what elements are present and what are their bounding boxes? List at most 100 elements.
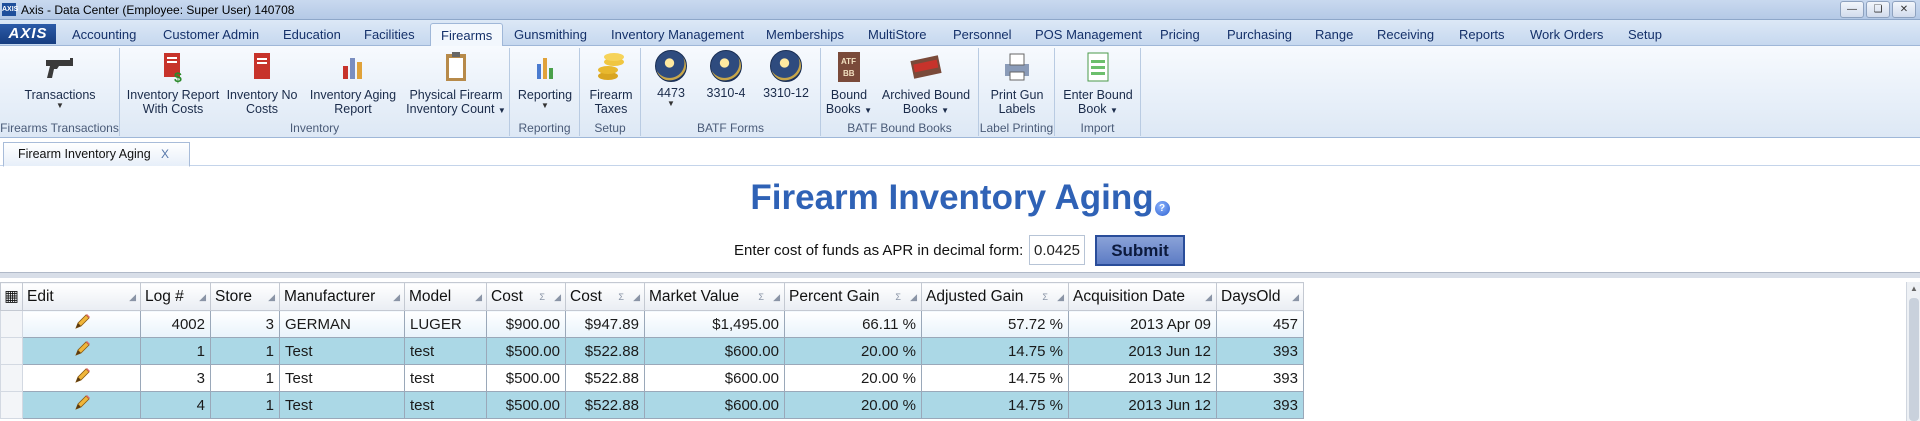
column-header-log[interactable]: Log # ◢ <box>140 282 211 311</box>
cost-cell: $500.00 <box>486 391 566 419</box>
bound-books-button[interactable]: ATF BB Bound Books ▼ <box>825 48 873 118</box>
reporting-button[interactable]: Reporting ▼ <box>513 48 577 110</box>
firearm-taxes-button[interactable]: Firearm Taxes <box>583 48 639 116</box>
column-header-cost[interactable]: Cost Σ ◢ <box>486 282 566 311</box>
report-icon <box>254 53 270 79</box>
tab-receiving[interactable]: Receiving <box>1377 25 1434 46</box>
tab-pos-management[interactable]: POS Management <box>1035 25 1142 46</box>
tab-personnel[interactable]: Personnel <box>953 25 1012 46</box>
inventory-aging-grid: ▦ Edit ◢ Log # ◢ Store ◢ Manufacturer ◢ Mode… <box>0 278 1920 421</box>
form-4473-button[interactable]: 4473 ▼ <box>647 48 695 108</box>
log-cell: 3 <box>140 364 211 392</box>
row-indicator[interactable] <box>0 310 23 338</box>
adjusted-gain-cell: 14.75 % <box>921 337 1069 365</box>
tab-setup[interactable]: Setup <box>1628 25 1662 46</box>
column-header-edit[interactable]: Edit ◢ <box>22 282 141 311</box>
edit-cell[interactable] <box>22 337 141 365</box>
dropdown-arrow-icon: ▼ <box>56 101 64 110</box>
tab-range[interactable]: Range <box>1315 25 1353 46</box>
form-3310-4-button[interactable]: 3310-4 <box>701 48 751 100</box>
document-tab-label: Firearm Inventory Aging <box>18 147 151 161</box>
scroll-up-icon[interactable]: ▲ <box>1910 284 1918 293</box>
scroll-thumb[interactable] <box>1909 298 1919 421</box>
transactions-button[interactable]: Transactions ▼ <box>8 48 112 110</box>
label-line-2: Book <box>1078 102 1107 116</box>
column-header-percent-gain[interactable]: Percent Gain Σ ◢ <box>784 282 922 311</box>
close-tab-icon[interactable]: X <box>161 143 169 166</box>
atf-book-icon: ATF BB <box>838 52 860 82</box>
label-line-2: Taxes <box>594 102 628 116</box>
minimize-icon[interactable]: — <box>1840 1 1864 18</box>
transactions-label: Transactions <box>24 88 96 102</box>
edit-pencil-icon[interactable] <box>72 393 92 413</box>
tab-multistore[interactable]: MultiStore <box>868 25 927 46</box>
tab-reports[interactable]: Reports <box>1459 25 1505 46</box>
inventory-no-costs-button[interactable]: Inventory No Costs <box>222 48 302 116</box>
tab-accounting[interactable]: Accounting <box>72 25 136 46</box>
edit-pencil-icon[interactable] <box>72 339 92 359</box>
table-row[interactable]: 3 1 Test test $500.00 $522.88 $600.00 20.00 % 14… <box>0 364 1304 392</box>
label-line-1: Firearm <box>589 88 633 102</box>
group-reporting: Reporting ▼ Reporting <box>510 48 580 136</box>
submit-button[interactable]: Submit <box>1095 235 1185 266</box>
apr-input[interactable] <box>1029 235 1085 265</box>
edit-pencil-icon[interactable] <box>72 312 92 332</box>
table-row[interactable]: 1 1 Test test $500.00 $522.88 $600.00 20.00 % 14… <box>0 337 1304 365</box>
batf-seal-icon <box>770 50 802 82</box>
pistol-icon <box>46 58 73 78</box>
page-title-text: Firearm Inventory Aging <box>750 178 1154 217</box>
filter-icon: ◢ <box>1057 292 1064 302</box>
column-header-acquisition-date[interactable]: Acquisition Date ◢ <box>1068 282 1217 311</box>
tab-gunsmithing[interactable]: Gunsmithing <box>514 25 587 46</box>
tab-pricing[interactable]: Pricing <box>1160 25 1200 46</box>
column-header-days-old[interactable]: DaysOld ◢ <box>1216 282 1304 311</box>
edit-cell[interactable] <box>22 391 141 419</box>
column-header-store[interactable]: Store ◢ <box>210 282 280 311</box>
table-row[interactable]: 4 1 Test test $500.00 $522.88 $600.00 20.00 % 14… <box>0 391 1304 419</box>
tab-facilities[interactable]: Facilities <box>364 25 415 46</box>
tab-inventory-management[interactable]: Inventory Management <box>611 25 744 46</box>
table-row[interactable]: 4002 3 GERMAN LUGER $900.00 $947.89 $1,495.00 6… <box>0 310 1304 338</box>
tab-purchasing[interactable]: Purchasing <box>1227 25 1292 46</box>
column-header-market-value[interactable]: Market Value Σ ◢ <box>644 282 785 311</box>
enter-bound-book-button[interactable]: Enter Bound Book ▼ <box>1058 48 1138 118</box>
row-selector-icon[interactable]: ▦ <box>0 282 23 311</box>
close-icon[interactable]: ✕ <box>1892 1 1916 18</box>
ribbon-panel: Transactions ▼ Firearms Transactions $ I… <box>0 46 1920 138</box>
tab-customer-admin[interactable]: Customer Admin <box>163 25 259 46</box>
acquisition-date-cell: 2013 Jun 12 <box>1068 337 1217 365</box>
vertical-scrollbar[interactable]: ▲ <box>1906 282 1920 421</box>
row-indicator[interactable] <box>0 364 23 392</box>
column-header-adjusted-gain[interactable]: Adjusted Gain Σ ◢ <box>921 282 1069 311</box>
group-batf-forms: 4473 ▼ 3310-4 3310-12 BATF Forms <box>641 48 821 136</box>
tab-education[interactable]: Education <box>283 25 341 46</box>
inventory-report-with-costs-button[interactable]: $ Inventory Report With Costs <box>126 48 220 116</box>
document-tab-firearm-inventory-aging[interactable]: Firearm Inventory Aging X <box>3 142 190 167</box>
form-3310-12-button[interactable]: 3310-12 <box>756 48 816 100</box>
row-indicator[interactable] <box>0 337 23 365</box>
physical-inventory-count-button[interactable]: Physical Firearm Inventory Count ▼ <box>404 48 508 118</box>
adjusted-cost-cell: $947.89 <box>565 310 645 338</box>
tab-memberships[interactable]: Memberships <box>766 25 844 46</box>
label-line-2: Books <box>902 102 938 116</box>
restore-icon[interactable]: ❏ <box>1866 1 1890 18</box>
table-body: 4002 3 GERMAN LUGER $900.00 $947.89 $1,495.00 6… <box>0 310 1304 419</box>
axis-logo[interactable]: AXIS <box>0 24 56 44</box>
column-header-manufacturer[interactable]: Manufacturer ◢ <box>279 282 405 311</box>
group-inventory: $ Inventory Report With Costs Inventory … <box>120 48 510 136</box>
column-header-cost-adjusted[interactable]: Cost Σ ◢ <box>565 282 645 311</box>
help-icon[interactable]: ? <box>1154 201 1170 216</box>
coins-icon <box>598 53 624 80</box>
edit-cell[interactable] <box>22 364 141 392</box>
tab-firearms[interactable]: Firearms <box>430 23 504 47</box>
label-line-2: Labels <box>998 102 1036 116</box>
tab-work-orders[interactable]: Work Orders <box>1530 25 1603 46</box>
edit-pencil-icon[interactable] <box>72 366 92 386</box>
archived-bound-books-button[interactable]: Archived Bound Books ▼ <box>877 48 975 118</box>
print-gun-labels-button[interactable]: Print Gun Labels <box>982 48 1052 116</box>
inventory-aging-report-button[interactable]: Inventory Aging Report <box>306 48 400 116</box>
row-indicator[interactable] <box>0 391 23 419</box>
edit-cell[interactable] <box>22 310 141 338</box>
filter-icon: ◢ <box>1205 292 1212 302</box>
column-header-model[interactable]: Model ◢ <box>404 282 487 311</box>
